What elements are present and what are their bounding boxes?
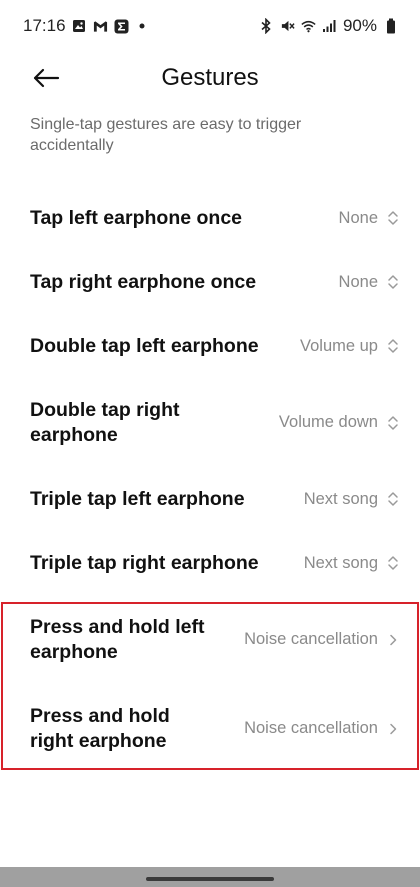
setting-label: Tap left earphone once [30,206,243,229]
setting-value-group: Next song [304,553,400,573]
setting-press-hold-right[interactable]: Press and hold right earphone Noise canc… [0,684,420,773]
setting-press-hold-left[interactable]: Press and hold left earphone Noise cance… [0,595,420,684]
setting-value: None [338,208,378,227]
chevron-right-icon [386,719,400,739]
setting-label: Double tap left earphone [30,334,259,357]
setting-value-group: None [339,272,400,292]
setting-value-group: Noise cancellation [244,719,400,739]
status-left: 17:16 [23,16,150,36]
chevron-up-down-icon [386,489,400,509]
setting-label: Tap right earphone once [30,270,257,293]
setting-value: Noise cancellation [244,719,378,737]
system-navigation-bar [0,867,420,887]
bluetooth-icon [259,18,274,34]
header: Gestures [0,52,420,108]
subtitle-note: Single-tap gestures are easy to trigger … [30,116,302,154]
battery-icon [383,18,398,34]
setting-double-tap-left[interactable]: Double tap left earphone Volume up [0,314,420,378]
chevron-up-down-icon [386,336,400,356]
setting-value: Next song [303,489,378,508]
setting-triple-tap-right[interactable]: Triple tap right earphone Next song [0,531,420,595]
setting-label: Press and hold right earphone [30,704,170,752]
setting-value: Volume down [278,413,378,431]
setting-value-group: Volume up [300,336,400,356]
setting-label: Double tap right earphone [30,398,180,446]
setting-label: Press and hold left earphone [30,615,205,663]
setting-value-group: Next song [304,489,400,509]
battery-percentage: 90% [342,16,377,35]
setting-value-group: None [339,208,400,228]
home-gesture-handle[interactable] [146,877,274,881]
gesture-settings-list: Tap left earphone once None Tap right ea… [0,186,420,773]
setting-label: Triple tap left earphone [30,487,245,510]
signal-strength-icon [322,19,337,34]
vibrate-mute-icon [280,19,295,34]
status-right: 90% [259,16,398,36]
status-time: 17:16 [23,16,66,35]
page-title: Gestures [161,64,259,91]
chevron-up-down-icon [386,208,400,228]
setting-tap-left-once[interactable]: Tap left earphone once None [0,186,420,250]
gallery-notification-icon [72,19,87,34]
chevron-up-down-icon [386,272,400,292]
more-notifications-dot-icon [135,19,150,34]
sigma-app-notification-icon [114,19,129,34]
chevron-up-down-icon [386,553,400,573]
chevron-right-icon [386,630,400,650]
setting-label: Triple tap right earphone [30,551,259,574]
setting-value: Volume up [300,336,378,355]
chevron-up-down-icon [386,413,400,433]
gmail-notification-icon [93,19,108,34]
setting-value: None [338,272,378,291]
setting-value: Next song [303,553,378,572]
setting-tap-right-once[interactable]: Tap right earphone once None [0,250,420,314]
wifi-icon [301,19,316,34]
setting-value: Noise cancellation [244,630,378,648]
status-bar: 17:16 90% [0,0,420,52]
setting-double-tap-right[interactable]: Double tap right earphone Volume down [0,378,420,467]
setting-value-group: Noise cancellation [244,630,400,650]
setting-value-group: Volume down [279,413,400,433]
setting-triple-tap-left[interactable]: Triple tap left earphone Next song [0,467,420,531]
